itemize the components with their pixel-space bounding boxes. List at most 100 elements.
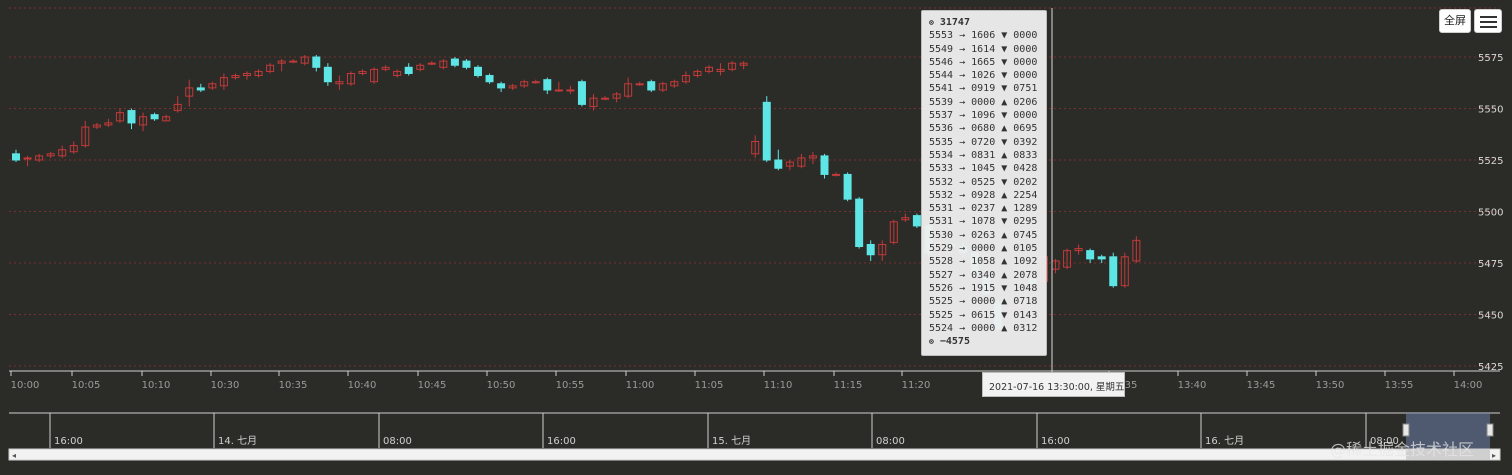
tooltip-footer: ⊗ −4575 — [929, 335, 1046, 348]
scroll-right-arrow-icon: ▸ — [1492, 451, 1496, 460]
candle-body — [820, 155, 829, 175]
candle-body — [601, 97, 610, 100]
x-tick-label: 11:20 — [902, 380, 931, 391]
chart-stage: 5425 5450 5475 5500 5525 5550 5575 10:00 10:05 1… — [0, 0, 1512, 475]
y-axis-ticks: 5425545054755500552555505575 — [1478, 53, 1503, 373]
tooltip-row: 5528 → 1058 ▲ 1092 — [929, 256, 1038, 268]
candle-body — [474, 66, 482, 77]
candle-body — [127, 110, 136, 124]
tooltip-row: 5527 → 0340 ▲ 2078 — [929, 269, 1038, 281]
navigator-handle-left — [1402, 423, 1410, 437]
x-tick-label: 10:00 — [11, 380, 40, 391]
tooltip-row: 5525 → 0615 ▼ 0143 — [929, 309, 1038, 321]
candle-body — [462, 60, 471, 68]
x-tick-label: 10:55 — [556, 380, 585, 391]
candle-body — [485, 75, 494, 83]
grid-lines — [9, 7, 1500, 367]
candle-body — [289, 60, 298, 63]
candle-body — [635, 83, 644, 86]
candle-body — [912, 215, 921, 227]
candle-body — [762, 101, 771, 161]
navigator-label: 16:00 — [54, 436, 83, 447]
x-tick-label: 11:15 — [834, 380, 863, 391]
candle-body — [843, 173, 852, 200]
candle-body — [427, 62, 436, 65]
hamburger-menu-icon[interactable] — [1474, 9, 1502, 33]
x-tick-label: 11:10 — [764, 380, 793, 391]
candle-body — [554, 89, 563, 92]
x-tick-label: 14:00 — [1454, 380, 1483, 391]
crosshair-icon: ⊗ — [929, 337, 934, 347]
tooltip-row: 5531 → 0237 ▲ 1289 — [929, 203, 1038, 215]
candle-body — [323, 66, 332, 83]
tooltip-row: 5544 → 1026 ▼ 0000 — [929, 70, 1038, 82]
x-tick-label: 10:35 — [279, 380, 308, 391]
tooltip-row: 5537 → 1096 ▼ 0000 — [929, 110, 1038, 122]
candle-body — [832, 173, 841, 176]
fullscreen-button[interactable]: 全屏 — [1439, 9, 1471, 33]
y-tick-label: 5475 — [1478, 259, 1503, 270]
navigator-label: 08:00 — [383, 436, 412, 447]
navigator[interactable]: 16:00 14. 七月 08:00 16:00 15. 七月 08:00 16:00 16.… — [8, 412, 1501, 461]
scrollbar-track — [8, 448, 1501, 461]
x-tick-label: 13:45 — [1247, 380, 1276, 391]
x-tick-label: 10:50 — [487, 380, 516, 391]
y-tick-label: 5450 — [1478, 311, 1503, 322]
tooltip-row: 5532 → 0525 ▼ 0202 — [929, 176, 1038, 188]
tooltip-header-value: 31747 — [939, 17, 970, 28]
candlestick-chart[interactable]: 5425545054755500552555505575 10:00 10:05 1… — [0, 0, 1512, 475]
watermark: @稀土掘金技术社区 — [1330, 440, 1475, 459]
crosshair-time-label: 2021-07-16 13:30:00, 星期五 — [982, 372, 1125, 397]
tooltip-row: 5531 → 1078 ▼ 0295 — [929, 216, 1038, 228]
scroll-left-arrow-icon: ◂ — [12, 451, 16, 460]
candle-body — [312, 56, 321, 68]
candle-body — [196, 87, 205, 91]
navigator-handle-right — [1486, 423, 1494, 437]
tooltip: ⊗ 31747 5553 → 1606 ▼ 0000 5549 → 1614 ▼ … — [921, 10, 1047, 356]
tooltip-row: 5525 → 0000 ▲ 0718 — [929, 296, 1038, 308]
y-tick-label: 5500 — [1478, 208, 1503, 219]
tooltip-row: 5530 → 0263 ▲ 0745 — [929, 229, 1038, 241]
tooltip-row: 5533 → 1045 ▼ 0428 — [929, 163, 1038, 175]
candle-body — [450, 58, 459, 66]
tooltip-row: 5526 → 1915 ▼ 1048 — [929, 282, 1038, 294]
candle-body — [566, 89, 575, 92]
candle-body — [774, 159, 783, 169]
candle-body — [150, 114, 159, 120]
tooltip-row: 5541 → 0919 ▼ 0751 — [929, 83, 1038, 95]
navigator-label: 14. 七月 — [218, 435, 257, 447]
tooltip-header: ⊗ 31747 — [929, 16, 1046, 29]
x-tick-label: 13:55 — [1385, 380, 1414, 391]
candle-body — [1109, 256, 1118, 287]
candle-body — [23, 157, 32, 160]
x-tick-label: 13:40 — [1178, 380, 1207, 391]
tooltip-row: 5536 → 0680 ▲ 0695 — [929, 123, 1038, 135]
navigator-label: 16:00 — [1041, 436, 1070, 447]
tooltip-row: 5553 → 1606 ▼ 0000 — [929, 30, 1038, 42]
y-tick-label: 5575 — [1478, 53, 1503, 64]
x-tick-label: 10:30 — [211, 380, 240, 391]
x-tick-label: 11:00 — [626, 380, 655, 391]
candle-body — [866, 243, 875, 256]
y-tick-label: 5525 — [1478, 156, 1503, 167]
candle-body — [531, 81, 540, 84]
x-axis: 10:00 10:05 10:10 10:30 10:35 10:40 10:45 10:50… — [9, 370, 1500, 391]
tooltip-row: 5534 → 0831 ▲ 0833 — [929, 149, 1038, 161]
candle-body — [12, 153, 20, 161]
candle-body — [1097, 256, 1106, 260]
x-tick-label: 10:05 — [72, 380, 101, 391]
x-tick-label: 10:40 — [348, 380, 377, 391]
candle-body — [647, 81, 656, 91]
candle-body — [543, 79, 552, 91]
candle-body — [404, 66, 413, 74]
x-tick-label: 10:45 — [418, 380, 447, 391]
tooltip-row: 5549 → 1614 ▼ 0000 — [929, 43, 1038, 55]
candle-body — [497, 83, 506, 89]
tooltip-footer-value: −4575 — [939, 336, 970, 348]
navigator-label: 16:00 — [547, 436, 576, 447]
y-tick-label: 5550 — [1478, 105, 1503, 116]
tooltip-row: 5529 → 0000 ▲ 0105 — [929, 243, 1038, 255]
tooltip-row: 5524 → 0000 ▲ 0312 — [929, 322, 1038, 334]
tooltip-row: 5532 → 0928 ▲ 2254 — [929, 189, 1038, 201]
candle-body — [1086, 250, 1095, 260]
